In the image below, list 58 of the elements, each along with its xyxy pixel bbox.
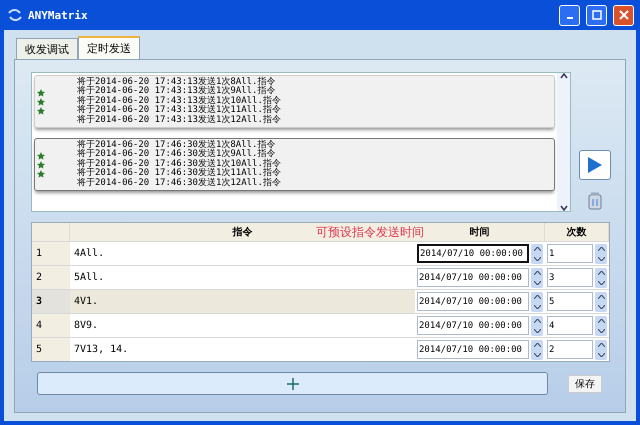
time-field[interactable]: 2014/07/10 00:00:00 [417,244,529,263]
log-line: 将于2014-06-20 17:43:13发送1次11All.指令 [77,106,281,116]
close-button[interactable] [613,4,634,26]
row-header[interactable]: 5 [32,337,70,361]
log-line: 将于2014-06-20 17:46:30发送1次9All.指令 [77,150,276,160]
minimize-button[interactable] [559,4,580,26]
count-field[interactable]: 5 [547,292,593,311]
maximize-icon [592,10,602,20]
log-entry[interactable]: 将于2014-06-20 17:43:13发送1次8All.指令 将于2014-06-20 17:43:13发送1次9All.指令 将于2014-06-20 17:43:13发送1次10All.指令 将于2014-06-20 17:43:13发送1次11All.指令 将于2014-06-20 17:43:13发送1次12All.指令 [34,75,555,128]
trash-icon[interactable] [588,192,602,210]
count-field[interactable]: 4 [547,316,593,335]
spin-buttons[interactable] [595,268,607,288]
spin-buttons[interactable] [531,244,543,264]
row-header[interactable]: 2 [32,265,70,289]
column-header: 指令 [232,226,252,239]
spin-buttons[interactable] [595,292,607,312]
spin-buttons[interactable] [531,340,543,360]
chevron-down-icon[interactable] [560,205,568,211]
log-line: 将于2014-06-20 17:46:30发送1次11All.指令 [77,169,281,178]
count-field[interactable]: 3 [547,268,593,287]
tab[interactable]: 定时发送 [78,36,140,59]
play-icon [587,156,603,174]
log-entry[interactable]: 将于2014-06-20 17:46:30发送1次8All.指令 将于2014-06-20 17:46:30发送1次9All.指令 将于2014-06-20 17:46:30发送1次10All.指令 将于2014-06-20 17:46:30发送1次11All.指令 将于2014-06-20 17:46:30发送1次12All.指令 [34,138,555,192]
save-button[interactable]: 保存 [568,374,602,392]
row-header[interactable]: 3 [32,289,70,313]
plus-icon [286,376,300,390]
log-line: 将于2014-06-20 17:43:13发送1次12All.指令 [77,116,281,126]
play-button[interactable] [579,150,611,180]
spin-buttons[interactable] [531,292,543,312]
spin-buttons[interactable] [595,316,607,336]
close-icon [618,10,628,20]
tab[interactable]: 收发调试 [16,38,78,59]
count-field[interactable]: 1 [547,244,593,263]
spin-buttons[interactable] [531,316,543,336]
time-field[interactable]: 2014/07/10 00:00:00 [417,340,529,359]
app-icon [8,9,22,21]
scrollbar[interactable] [557,73,570,211]
maximize-button[interactable] [586,4,607,26]
count-field[interactable]: 2 [547,340,593,359]
row-header[interactable]: 4 [32,313,70,337]
log-line: 将于2014-06-20 17:43:13发送1次9All.指令 [77,87,276,96]
window-title: ANYMatrix [28,8,89,22]
spin-buttons[interactable] [531,268,543,288]
spin-buttons[interactable] [595,244,607,264]
time-field[interactable]: 2014/07/10 00:00:00 [417,292,529,311]
time-field[interactable]: 2014/07/10 00:00:00 [417,268,529,287]
annotation-text: 可预设指令发送时间 [316,224,424,241]
column-header: 次数 [545,223,609,241]
spin-buttons[interactable] [595,340,607,360]
row-header[interactable]: 1 [32,241,70,265]
log-line: 将于2014-06-20 17:43:13发送1次10All.指令 [77,96,281,106]
log-line: 将于2014-06-20 17:46:30发送1次10All.指令 [77,160,281,169]
log-line: 将于2014-06-20 17:43:13发送1次8All.指令 [77,78,276,87]
log-line: 将于2014-06-20 17:46:30发送1次12All.指令 [77,178,281,188]
chevron-up-icon[interactable] [560,73,568,79]
table-cell: 4V1. [70,289,415,313]
time-field[interactable]: 2014/07/10 00:00:00 [417,316,529,335]
add-button[interactable] [37,372,548,395]
